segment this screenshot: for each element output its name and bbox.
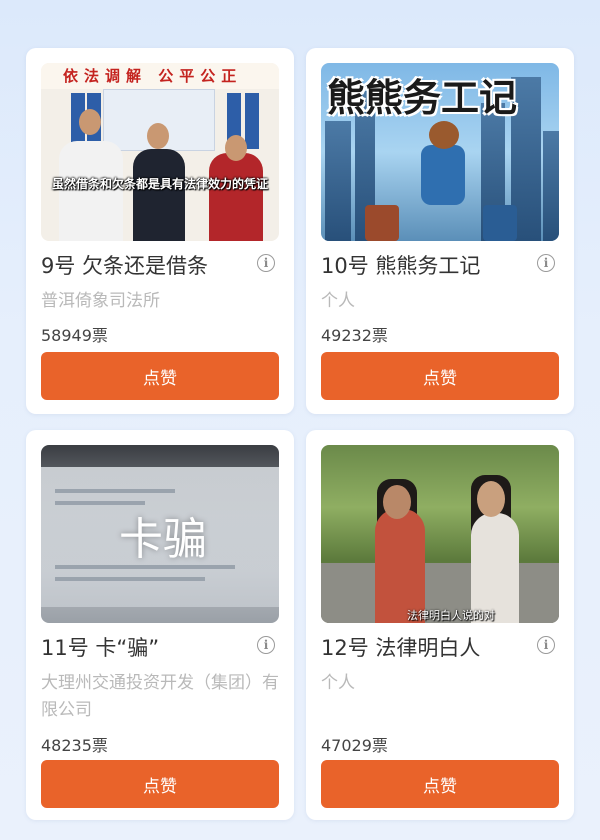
person-head [225, 135, 247, 161]
suitcase [365, 205, 399, 241]
screen-line [55, 489, 175, 493]
vote-count: 58949票 [41, 326, 108, 345]
info-icon[interactable]: i [537, 254, 555, 272]
video-thumbnail[interactable]: 依法调解 公平公正 虽然借条和欠条都是具有法律效力的凭证 [41, 63, 279, 241]
info-icon[interactable]: i [537, 636, 555, 654]
like-button[interactable]: 点赞 [41, 760, 279, 808]
bear-head [429, 121, 459, 149]
entry-card-11[interactable]: 卡骗 11号 卡“骗” i 大理州交通投资开发（集团）有限公司 48235票 点… [26, 430, 294, 820]
person-figure [209, 153, 263, 241]
person-head [147, 123, 169, 149]
thumbnail-title: 熊熊务工记 [327, 76, 518, 120]
person-figure [375, 509, 425, 623]
skyscraper [325, 121, 351, 241]
video-thumbnail[interactable]: 法律明白人说的对 [321, 445, 559, 623]
banner: 依法调解 公平公正 [41, 63, 279, 89]
info-icon[interactable]: i [257, 254, 275, 272]
entry-organization: 普洱倚象司法所 [41, 291, 160, 311]
entry-title: 10号 熊熊务工记 [321, 254, 481, 278]
poster-panel [245, 93, 259, 149]
person-head [477, 481, 505, 517]
skyscraper [543, 131, 559, 241]
entry-card-9[interactable]: 依法调解 公平公正 虽然借条和欠条都是具有法律效力的凭证 9号 欠条还是借条 i… [26, 48, 294, 414]
vote-count: 48235票 [41, 736, 108, 755]
person-head [383, 485, 411, 519]
entry-title: 12号 法律明白人 [321, 636, 481, 660]
entry-card-12[interactable]: 法律明白人说的对 12号 法律明白人 i 个人 47029票 点赞 [306, 430, 574, 820]
like-button[interactable]: 点赞 [321, 760, 559, 808]
like-button[interactable]: 点赞 [321, 352, 559, 400]
entry-organization: 个人 [321, 291, 355, 311]
entry-title: 11号 卡“骗” [41, 636, 160, 660]
like-button[interactable]: 点赞 [41, 352, 279, 400]
vote-count: 47029票 [321, 736, 388, 755]
info-icon[interactable]: i [257, 636, 275, 654]
entry-card-10[interactable]: 熊熊务工记 10号 熊熊务工记 i 个人 49232票 点赞 [306, 48, 574, 414]
bear-body [421, 145, 465, 205]
entry-organization: 大理州交通投资开发（集团）有限公司 [41, 673, 279, 720]
entry-title: 9号 欠条还是借条 [41, 254, 209, 278]
person-figure [133, 149, 185, 241]
vote-count: 49232票 [321, 326, 388, 345]
video-thumbnail[interactable]: 熊熊务工记 [321, 63, 559, 241]
video-subtitle: 虽然借条和欠条都是具有法律效力的凭证 [51, 177, 268, 191]
person-head [79, 109, 101, 135]
thumbnail-title: 卡骗 [119, 514, 207, 565]
screen-line [55, 577, 205, 581]
banner-text: 依法调解 公平公正 [63, 67, 243, 85]
video-thumbnail[interactable]: 卡骗 [41, 445, 279, 623]
video-subtitle: 法律明白人说的对 [407, 609, 495, 622]
suitcase [483, 205, 517, 241]
entry-organization: 个人 [321, 673, 355, 693]
